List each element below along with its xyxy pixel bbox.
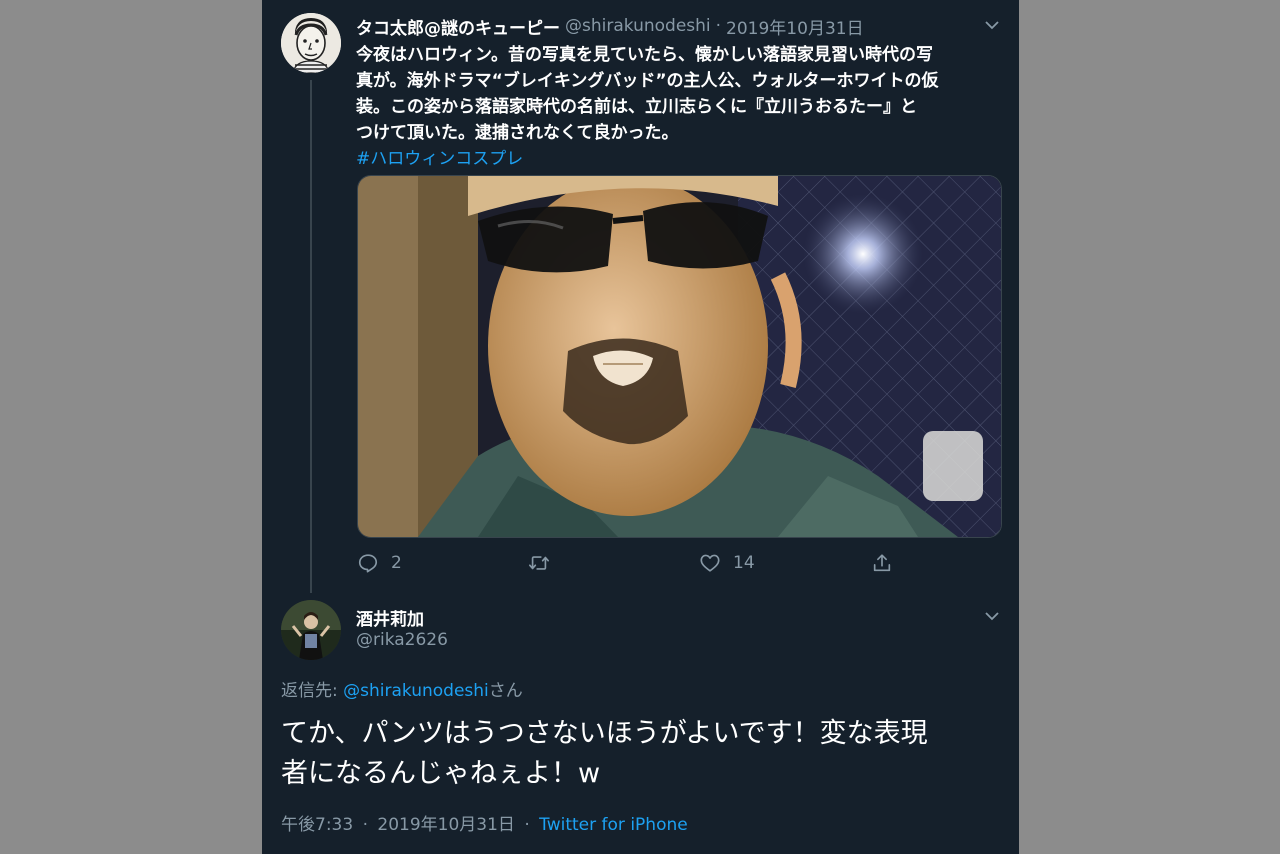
reply-to-suffix: さん xyxy=(488,681,523,701)
reply-source[interactable]: Twitter for iPhone xyxy=(539,815,688,835)
retweet-button[interactable] xyxy=(528,548,550,578)
reply-meta: 午後7:33 · 2019年10月31日 · Twitter for iPhon… xyxy=(281,810,688,835)
reply-date[interactable]: 2019年10月31日 xyxy=(377,815,515,835)
tweet-photo[interactable] xyxy=(357,175,1002,538)
separator: · xyxy=(715,16,722,36)
reply-to: 返信先: @shirakunodeshiさん xyxy=(281,676,523,701)
tweet-actions: 2 14 xyxy=(357,548,957,578)
reply-text: てか、パンツはうつさないほうがよいです！変な表現 者になるんじゃねぇよ！w xyxy=(281,714,1001,794)
reply-text-line: てか、パンツはうつさないほうがよいです！変な表現 xyxy=(281,718,928,749)
thread-line xyxy=(310,80,312,593)
like-count: 14 xyxy=(733,553,755,573)
reply-icon xyxy=(358,554,378,573)
tweet-panel: タコ太郎@謎のキューピー @shirakunodeshi · 2019年10月3… xyxy=(262,0,1019,854)
reply-author-name[interactable]: 酒井莉加 xyxy=(356,605,424,630)
chevron-down-icon[interactable] xyxy=(983,16,1001,34)
retweet-icon xyxy=(529,556,549,570)
avatar[interactable] xyxy=(281,13,341,73)
author-name[interactable]: タコ太郎@謎のキューピー xyxy=(356,14,560,39)
like-icon xyxy=(700,554,720,572)
reply-count: 2 xyxy=(391,553,402,573)
like-button[interactable]: 14 xyxy=(699,548,755,578)
avatar[interactable] xyxy=(281,600,341,660)
reply-to-handle[interactable]: @shirakunodeshi xyxy=(343,681,489,701)
reply-button[interactable]: 2 xyxy=(357,548,402,578)
tweet-text-line: つけて頂いた。逮捕されなくて良かった。 xyxy=(356,123,679,143)
tweet-text: 今夜はハロウィン。昔の写真を見ていたら、懐かしい落語家見習い時代の写 真が。海外… xyxy=(356,42,1006,172)
share-icon xyxy=(873,554,891,572)
reply-text-line: 者になるんじゃねぇよ！w xyxy=(281,758,601,789)
tweet-date[interactable]: 2019年10月31日 xyxy=(726,14,864,39)
tweet-text-line: 装。この姿から落語家時代の名前は、立川志らくに『立川うおるたー』と xyxy=(356,97,917,117)
share-button[interactable] xyxy=(871,548,893,578)
reply-to-prefix: 返信先: xyxy=(281,681,344,701)
separator: · xyxy=(362,815,368,835)
tweet-text-line: 真が。海外ドラマ“ブレイキングバッド”の主人公、ウォルターホワイトの仮 xyxy=(356,71,939,91)
reply-author-handle[interactable]: @rika2626 xyxy=(356,630,448,650)
tweet-text-line: 今夜はハロウィン。昔の写真を見ていたら、懐かしい落語家見習い時代の写 xyxy=(356,45,933,65)
author-handle[interactable]: @shirakunodeshi xyxy=(565,16,711,36)
separator: · xyxy=(524,815,530,835)
tweet-header: タコ太郎@謎のキューピー @shirakunodeshi · 2019年10月3… xyxy=(356,13,864,39)
reply-time[interactable]: 午後7:33 xyxy=(281,815,353,835)
chevron-down-icon[interactable] xyxy=(983,607,1001,625)
hashtag-link[interactable]: #ハロウィンコスプレ xyxy=(356,146,1006,172)
